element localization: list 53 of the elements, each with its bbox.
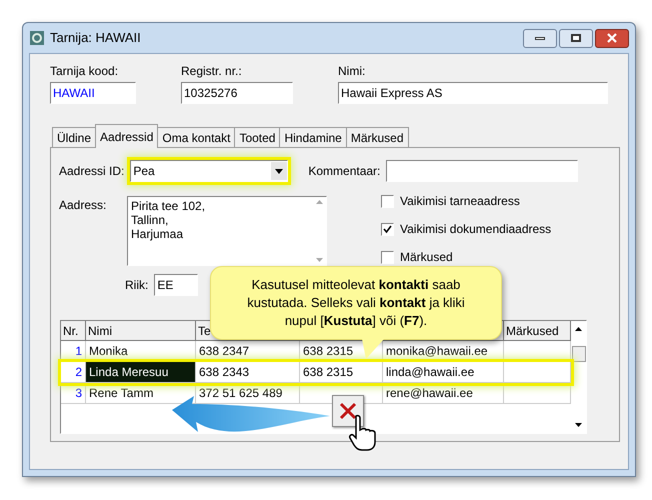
table-cell: 638 2343 <box>196 362 300 383</box>
table-cell: 638 2315 <box>300 362 383 383</box>
column-header[interactable]: Nimi <box>86 321 196 341</box>
close-button[interactable] <box>595 28 629 48</box>
table-cell: linda@hawaii.ee <box>383 362 504 383</box>
input-field[interactable] <box>386 160 578 182</box>
tab[interactable]: Aadressid <box>95 124 158 148</box>
field-label: Tarnija kood: <box>50 63 120 80</box>
checkbox[interactable] <box>381 222 394 236</box>
table-cell <box>504 362 571 383</box>
column-header[interactable]: Märkused <box>504 321 571 341</box>
field-label: Registr. nr.: <box>181 63 243 80</box>
tab[interactable]: Üldine <box>52 127 96 147</box>
input-field[interactable]: 10325276 <box>181 82 293 104</box>
checkbox[interactable] <box>381 250 394 264</box>
input-field[interactable]: EE <box>154 274 198 296</box>
address-line: Pirita tee 102, <box>131 199 206 213</box>
checkbox[interactable] <box>381 194 394 208</box>
app-icon <box>29 30 45 46</box>
window-title: Tarnija: HAWAII <box>50 29 141 48</box>
table-cell: rene@hawaii.ee <box>383 383 504 404</box>
scroll-up-icon[interactable] <box>575 327 582 331</box>
field-label: Aadress: <box>59 197 108 214</box>
table-cell: Linda Meresuu <box>86 362 196 383</box>
table-cell: 638 2347 <box>196 341 300 362</box>
delete-button[interactable] <box>332 395 364 427</box>
close-icon <box>607 33 617 43</box>
table-cell: monika@hawaii.ee <box>383 341 504 362</box>
dropdown[interactable]: Pea <box>130 160 288 182</box>
checkbox-label: Vaikimisi dokumendiaadress <box>400 221 552 238</box>
field-label: Nimi: <box>338 63 366 80</box>
address-line: Harjumaa <box>131 227 184 241</box>
delete-icon <box>338 401 358 421</box>
address-textarea[interactable]: Pirita tee 102, Tallinn, Harjumaa <box>127 196 327 266</box>
maximize-button[interactable] <box>559 28 593 48</box>
field-label: Kommentaar: <box>308 163 380 180</box>
scrollbar-thumb[interactable] <box>572 346 586 362</box>
scroll-down-icon[interactable] <box>575 422 582 427</box>
input-field[interactable]: Hawaii Express AS <box>338 82 608 104</box>
minimize-button[interactable] <box>523 28 557 48</box>
table-cell <box>504 383 571 404</box>
column-header[interactable]: Nr. <box>61 321 86 341</box>
field-label: Aadressi ID: <box>59 163 124 180</box>
address-line: Tallinn, <box>131 213 170 227</box>
callout-text: Kasutusel mitteolevat kontakti saab kustutada. Selleks vali kontakt ja kliki nupul [Kustuta] või (F7). <box>246 276 466 330</box>
tab[interactable]: Märkused <box>346 127 409 147</box>
table-cell: 1 <box>61 341 86 362</box>
checkbox-label: Vaikimisi tarneaadress <box>400 193 520 210</box>
table-cell: 3 <box>61 383 86 404</box>
field-label: Riik: <box>125 277 148 294</box>
input-field[interactable]: HAWAII <box>50 82 136 104</box>
table-row[interactable]: 2 Linda Meresuu 638 2343 638 2315 linda@hawaii.ee <box>61 362 571 383</box>
checkbox-label: Märkused <box>400 249 453 266</box>
